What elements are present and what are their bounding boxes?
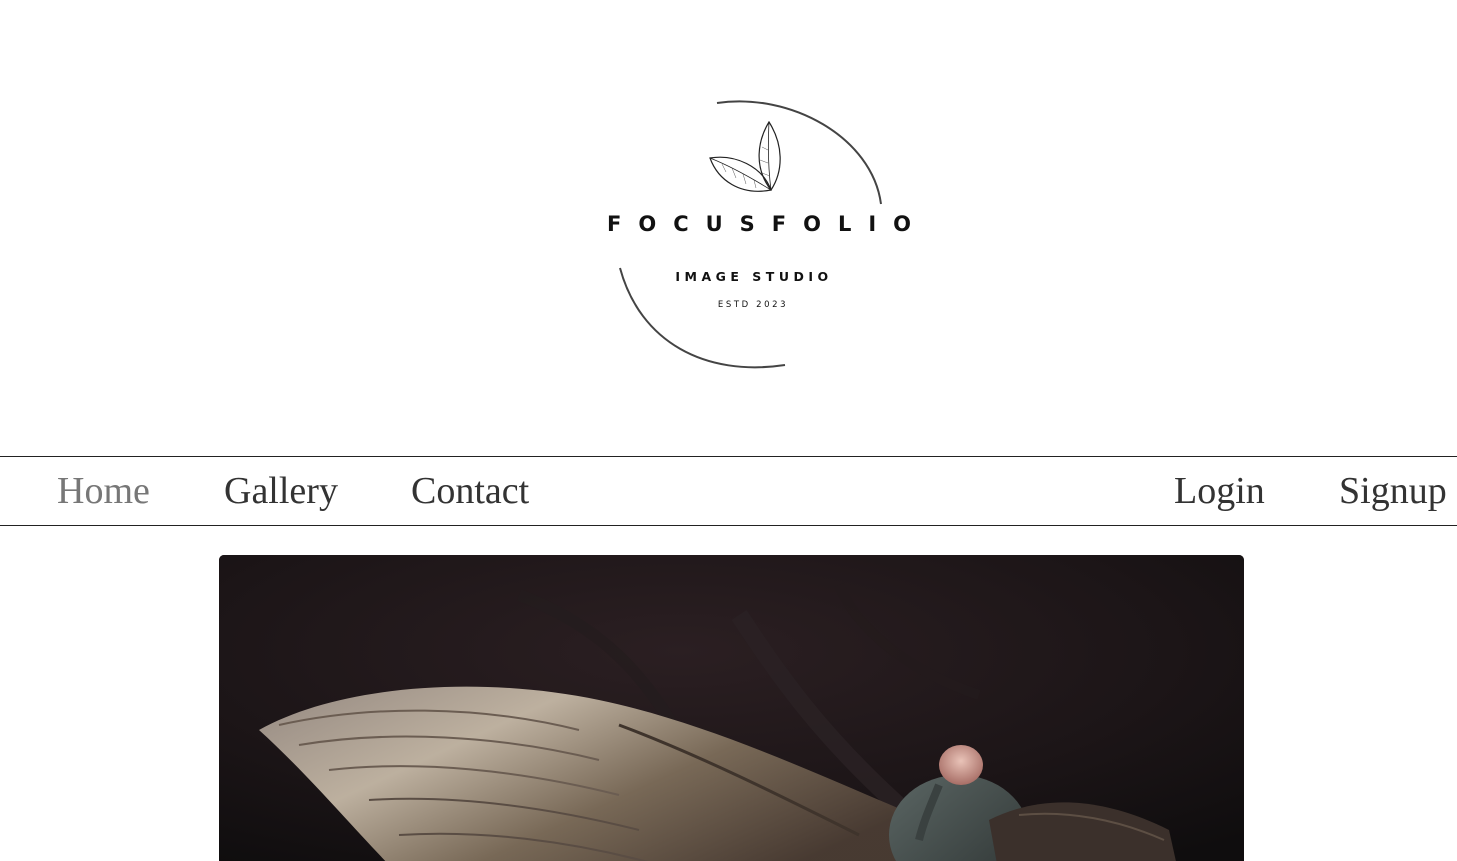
main-navbar: Home Gallery Contact Login Signup bbox=[0, 456, 1457, 526]
brand-tagline: IMAGE STUDIO bbox=[675, 269, 833, 284]
site-logo[interactable]: FOCUSFOLIO IMAGE STUDIO ESTD 2023 bbox=[590, 92, 911, 382]
nav-signup-link[interactable]: Signup bbox=[1339, 469, 1447, 513]
leaf-icon bbox=[709, 120, 781, 192]
brand-established: ESTD 2023 bbox=[717, 300, 789, 310]
vulture-photo bbox=[219, 555, 1244, 861]
hero-image bbox=[219, 555, 1244, 861]
nav-contact-link[interactable]: Contact bbox=[411, 469, 529, 513]
nav-home-link[interactable]: Home bbox=[57, 469, 150, 513]
nav-gallery-link[interactable]: Gallery bbox=[224, 469, 338, 513]
nav-login-link[interactable]: Login bbox=[1174, 469, 1265, 513]
brand-name: FOCUSFOLIO bbox=[607, 212, 929, 236]
